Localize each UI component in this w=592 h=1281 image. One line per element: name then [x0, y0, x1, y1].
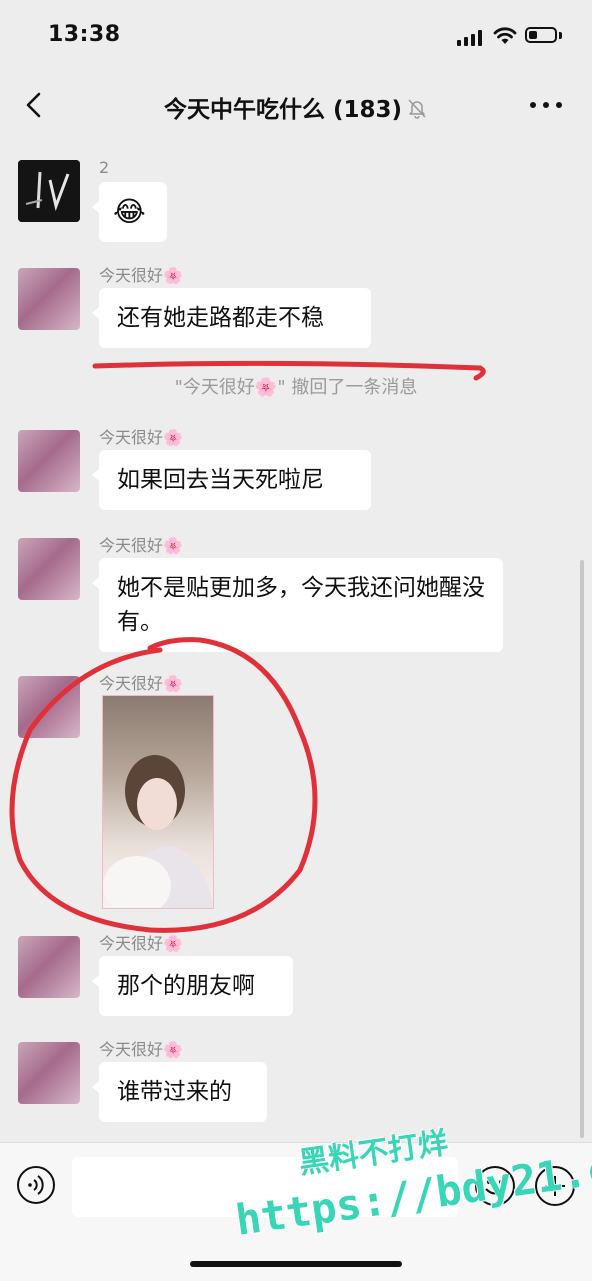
flower-icon: 🌸	[163, 266, 183, 285]
flower-icon: 🌸	[163, 1040, 183, 1059]
voice-icon[interactable]	[16, 1165, 56, 1205]
flower-icon: 🌸	[254, 377, 278, 398]
image-message[interactable]	[102, 695, 214, 909]
sender-name: 今天很好🌸	[99, 1040, 183, 1059]
mute-icon	[408, 99, 426, 119]
avatar[interactable]	[18, 430, 80, 492]
status-time: 13:38	[48, 22, 121, 47]
more-icon[interactable]	[530, 100, 566, 112]
status-bar: 13:38	[0, 0, 592, 72]
message-bubble[interactable]: 还有她走路都走不稳	[92, 288, 371, 348]
battery-cap	[559, 32, 562, 39]
avatar[interactable]	[18, 538, 80, 600]
flower-icon: 🌸	[163, 674, 183, 693]
message-bubble[interactable]: 谁带过来的	[92, 1062, 267, 1122]
flower-icon: 🌸	[163, 428, 183, 447]
chat-title: 今天中午吃什么 (183)	[0, 90, 592, 124]
sender-name: 2	[99, 158, 110, 177]
avatar[interactable]	[18, 936, 80, 998]
recall-notice: "今天很好🌸" 撤回了一条消息	[174, 377, 418, 398]
sender-name: 今天很好🌸	[99, 674, 183, 693]
sender-name: 今天很好🌸	[99, 428, 183, 447]
sender-name: 今天很好🌸	[99, 266, 183, 285]
message-bubble[interactable]: 如果回去当天死啦尼	[92, 450, 371, 510]
chat-header: 今天中午吃什么 (183)	[0, 72, 592, 140]
wifi-icon	[493, 27, 517, 44]
avatar[interactable]	[18, 160, 80, 222]
sender-name: 今天很好🌸	[99, 934, 183, 953]
flower-icon: 🌸	[163, 536, 183, 555]
sender-name: 今天很好🌸	[99, 536, 183, 555]
scrollbar[interactable]	[580, 560, 584, 1138]
avatar[interactable]	[18, 268, 80, 330]
chat-title-text: 今天中午吃什么 (183)	[163, 97, 403, 123]
message-bubble[interactable]: 那个的朋友啊	[92, 956, 293, 1016]
flower-icon: 🌸	[163, 934, 183, 953]
signal-icon	[457, 30, 485, 46]
battery-icon	[525, 27, 557, 43]
message-bubble[interactable]: 😂	[92, 182, 167, 242]
avatar[interactable]	[18, 1042, 80, 1104]
home-indicator	[190, 1261, 402, 1267]
message-bubble[interactable]: 她不是贴更加多，今天我还问她醒没有。	[92, 558, 503, 652]
avatar[interactable]	[18, 676, 80, 738]
